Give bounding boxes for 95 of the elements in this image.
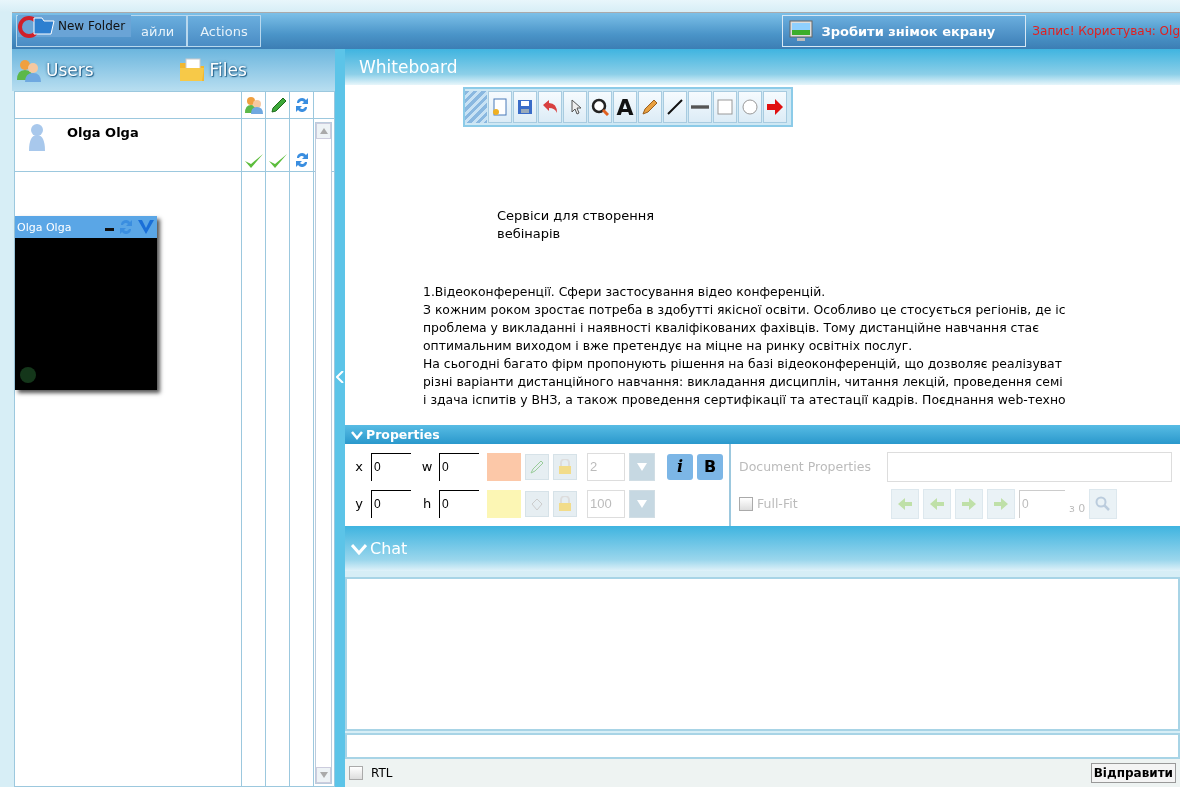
arrow-icon <box>766 98 784 116</box>
x-label: x <box>354 459 364 474</box>
pencil-icon <box>641 98 659 116</box>
recording-status: Запис! Користувач: Olg <box>1031 24 1180 38</box>
page-nav-button[interactable] <box>955 488 983 519</box>
caret-icon <box>637 461 647 472</box>
logo-icon <box>18 14 58 38</box>
fill-button[interactable] <box>525 490 549 517</box>
page-nav-button[interactable] <box>923 488 951 519</box>
chevron-down-icon <box>351 429 363 440</box>
arrow-up-icon <box>319 128 328 134</box>
line-icon <box>666 98 684 116</box>
send-button[interactable]: Відправити <box>1090 763 1176 783</box>
new-page-icon <box>491 98 509 116</box>
users-icon <box>243 96 264 114</box>
page-nav-button[interactable] <box>891 488 919 519</box>
section-title: Properties <box>366 427 440 442</box>
magnifier-icon <box>1095 495 1112 512</box>
menu-item[interactable]: Actions <box>187 15 261 47</box>
toolbar-grip[interactable] <box>465 91 487 123</box>
undo-tool[interactable] <box>538 91 562 123</box>
message-field[interactable] <box>345 733 1180 759</box>
arrow-tool[interactable] <box>763 91 787 123</box>
scroll-up-button[interactable] <box>316 123 331 139</box>
page-total: з 0 <box>1069 501 1086 515</box>
italic-button[interactable]: i <box>667 453 693 480</box>
user-name: Olga Olga <box>67 124 139 140</box>
arrow-right-icon <box>993 496 1009 511</box>
pencil-icon <box>529 458 545 475</box>
video-title: Olga Olga <box>17 220 72 234</box>
ellipse-tool[interactable] <box>738 91 762 123</box>
zoom-out-button[interactable] <box>1089 488 1118 519</box>
folder-icon <box>177 57 206 83</box>
fill-color-swatch[interactable] <box>487 489 521 518</box>
document-heading: Сервіси для створення вебінарів <box>497 207 655 243</box>
arrow-right-icon <box>961 496 977 511</box>
users-icon <box>16 58 42 82</box>
chevron-down-icon <box>351 542 367 555</box>
full-fit-label: Full-Fit <box>757 496 799 511</box>
ellipse-icon <box>741 98 759 116</box>
section-title: Chat <box>370 539 408 558</box>
screenshot-button[interactable]: Зробити знімок екрану <box>782 15 1027 47</box>
lock-icon <box>558 495 572 512</box>
document-text: 1.Відеоконференції. Сфери застосування відео конференцій. З кожним роком зростає потреба в здобутті якісної освіти. Особливо це стосується регіонів, де іс проблема у викладанні і наявності кваліфікованих фахівців. Тому дистанційне навчання стає оптимальним виходом і вже претендує на міцне на ринку освітніх послуг. На сьогодні багато фірм пропонують рішення на базі відеоконференцій, що дозволяє реалізуват різні варіанти дистанційного навчання: викладання дисциплін, читання лекцій, проведення семі і здача іспитів у ВНЗ, а також проведення сертифікації та атестації кадрів. Поєднання web-техно <box>423 283 1067 409</box>
monitor-icon <box>789 20 814 42</box>
scroll-down-button[interactable] <box>316 767 331 783</box>
dropdown-button[interactable] <box>629 452 655 481</box>
underline-icon <box>691 105 709 109</box>
checkbox[interactable] <box>739 496 753 511</box>
panel-tab[interactable]: Users <box>12 49 174 91</box>
tooltip-text: New Folder <box>58 19 126 33</box>
arrow-left-icon <box>897 496 913 511</box>
y-field[interactable]: 0 <box>371 489 411 518</box>
checkbox[interactable] <box>349 766 363 780</box>
magnifier-icon <box>591 98 609 116</box>
scrollbar[interactable] <box>315 122 332 784</box>
chat-header[interactable]: Chat <box>345 526 1180 571</box>
arrow-down-icon <box>319 772 328 778</box>
pencil-button[interactable] <box>525 453 549 480</box>
rtl-label: RTL <box>371 766 393 780</box>
underline-tool[interactable] <box>688 91 712 123</box>
bold-button[interactable]: B <box>697 453 723 480</box>
width-field[interactable]: 0 <box>439 452 479 481</box>
pointer-tool[interactable] <box>563 91 587 123</box>
save-tool[interactable] <box>513 91 537 123</box>
refresh-icon <box>293 96 310 114</box>
pencil-icon <box>268 96 287 114</box>
pencil-tool[interactable] <box>638 91 662 123</box>
lock-button[interactable] <box>553 490 577 517</box>
panel-tab[interactable]: Files <box>173 49 335 91</box>
line-tool[interactable] <box>663 91 687 123</box>
line-color-swatch[interactable] <box>487 452 521 481</box>
properties-header[interactable]: Properties <box>345 425 1180 444</box>
refresh-icon[interactable] <box>293 151 310 169</box>
text-tool[interactable]: A <box>613 91 637 123</box>
document-properties-label: Document Properties <box>739 459 871 474</box>
lock-button[interactable] <box>553 453 577 480</box>
w-label: w <box>420 459 434 474</box>
x-field[interactable]: 0 <box>371 452 411 481</box>
page-nav-button[interactable] <box>987 488 1015 519</box>
y-label: y <box>354 496 364 511</box>
height-field[interactable]: 0 <box>439 489 479 518</box>
magnifier-tool[interactable] <box>588 91 612 123</box>
panel-title: Whiteboard <box>359 57 458 77</box>
person-icon <box>27 123 47 153</box>
lock-icon <box>558 458 572 475</box>
new-page-tool[interactable] <box>488 91 512 123</box>
h-label: h <box>421 496 433 511</box>
dropdown-button[interactable] <box>629 489 655 518</box>
rectangle-icon <box>716 98 734 116</box>
arrow-left-icon <box>929 496 945 511</box>
status-dot-icon <box>19 366 37 384</box>
caret-icon <box>637 498 647 509</box>
save-icon <box>516 98 534 116</box>
chevron-down-icon[interactable] <box>137 219 155 235</box>
